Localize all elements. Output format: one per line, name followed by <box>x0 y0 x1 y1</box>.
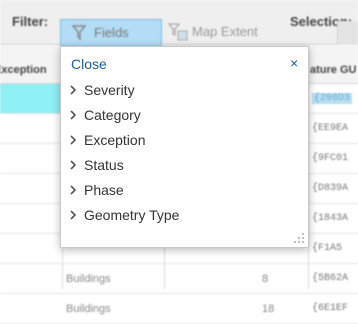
chevron-right-icon <box>70 85 77 95</box>
table-row[interactable]: Buildings 18 {6E1EF <box>0 294 358 324</box>
chevron-right-icon <box>70 160 77 170</box>
number-cell: 18 <box>262 303 275 315</box>
guid-cell: {D839A <box>312 183 349 194</box>
row-cell <box>0 234 62 263</box>
map-extent-button[interactable]: Map Extent <box>168 19 278 46</box>
field-group-label: Geometry Type <box>84 207 180 223</box>
filter-icon <box>72 25 86 41</box>
table-row[interactable]: Buildings 8 {5B62A <box>0 264 358 294</box>
guid-cell: {F1A5 <box>312 243 343 254</box>
row-cell <box>0 174 62 203</box>
fields-button-label: Fields <box>94 25 129 40</box>
field-group-label: Category <box>84 107 141 123</box>
column-header-exception[interactable]: Exception <box>0 64 47 76</box>
field-group-geometry-type[interactable]: Geometry Type <box>61 204 310 229</box>
field-group-exception[interactable]: Exception <box>61 129 310 154</box>
map-extent-filter-icon <box>168 23 188 41</box>
toolbar: Filter: Fields Map Extent Selection: <box>0 0 358 46</box>
guid-cell: {EE9EA <box>312 123 349 134</box>
field-group-severity[interactable]: Severity <box>61 79 310 104</box>
selection-button[interactable] <box>337 21 358 45</box>
guid-cell: {9FC01 <box>312 153 349 164</box>
fields-dropdown: Close × Severity Category Exception Status P… <box>60 46 309 248</box>
map-extent-label: Map Extent <box>192 24 258 39</box>
row-cell <box>0 144 62 173</box>
guid-cell: {298D3 <box>312 93 353 104</box>
filter-label: Filter: <box>12 14 49 29</box>
field-group-label: Status <box>84 157 124 173</box>
guid-cell: {1843A <box>312 213 349 224</box>
resize-grip-icon[interactable] <box>293 232 305 244</box>
guid-cell: {5B62A <box>312 273 349 284</box>
field-list: Severity Category Exception Status Phase Geom… <box>61 79 310 229</box>
field-group-status[interactable]: Status <box>61 154 310 179</box>
column-header-feature-guid[interactable]: ature GU <box>310 64 356 76</box>
row-cell <box>0 294 62 323</box>
category-cell: Buildings <box>66 303 111 315</box>
category-cell: Buildings <box>66 273 111 285</box>
field-group-category[interactable]: Category <box>61 104 310 129</box>
field-group-phase[interactable]: Phase <box>61 179 310 204</box>
row-cell <box>0 114 62 143</box>
row-cell <box>0 204 62 233</box>
chevron-right-icon <box>70 110 77 120</box>
field-group-label: Exception <box>84 132 146 148</box>
close-icon[interactable]: × <box>290 56 302 70</box>
fields-button[interactable]: Fields <box>60 19 162 46</box>
number-cell: 8 <box>262 273 269 285</box>
field-group-label: Severity <box>84 82 135 98</box>
close-link[interactable]: Close <box>71 56 107 72</box>
row-cell <box>0 84 62 113</box>
field-group-label: Phase <box>84 182 124 198</box>
chevron-right-icon <box>70 135 77 145</box>
chevron-right-icon <box>70 185 77 195</box>
chevron-right-icon <box>70 210 77 220</box>
guid-cell: {6E1EF <box>312 303 349 314</box>
